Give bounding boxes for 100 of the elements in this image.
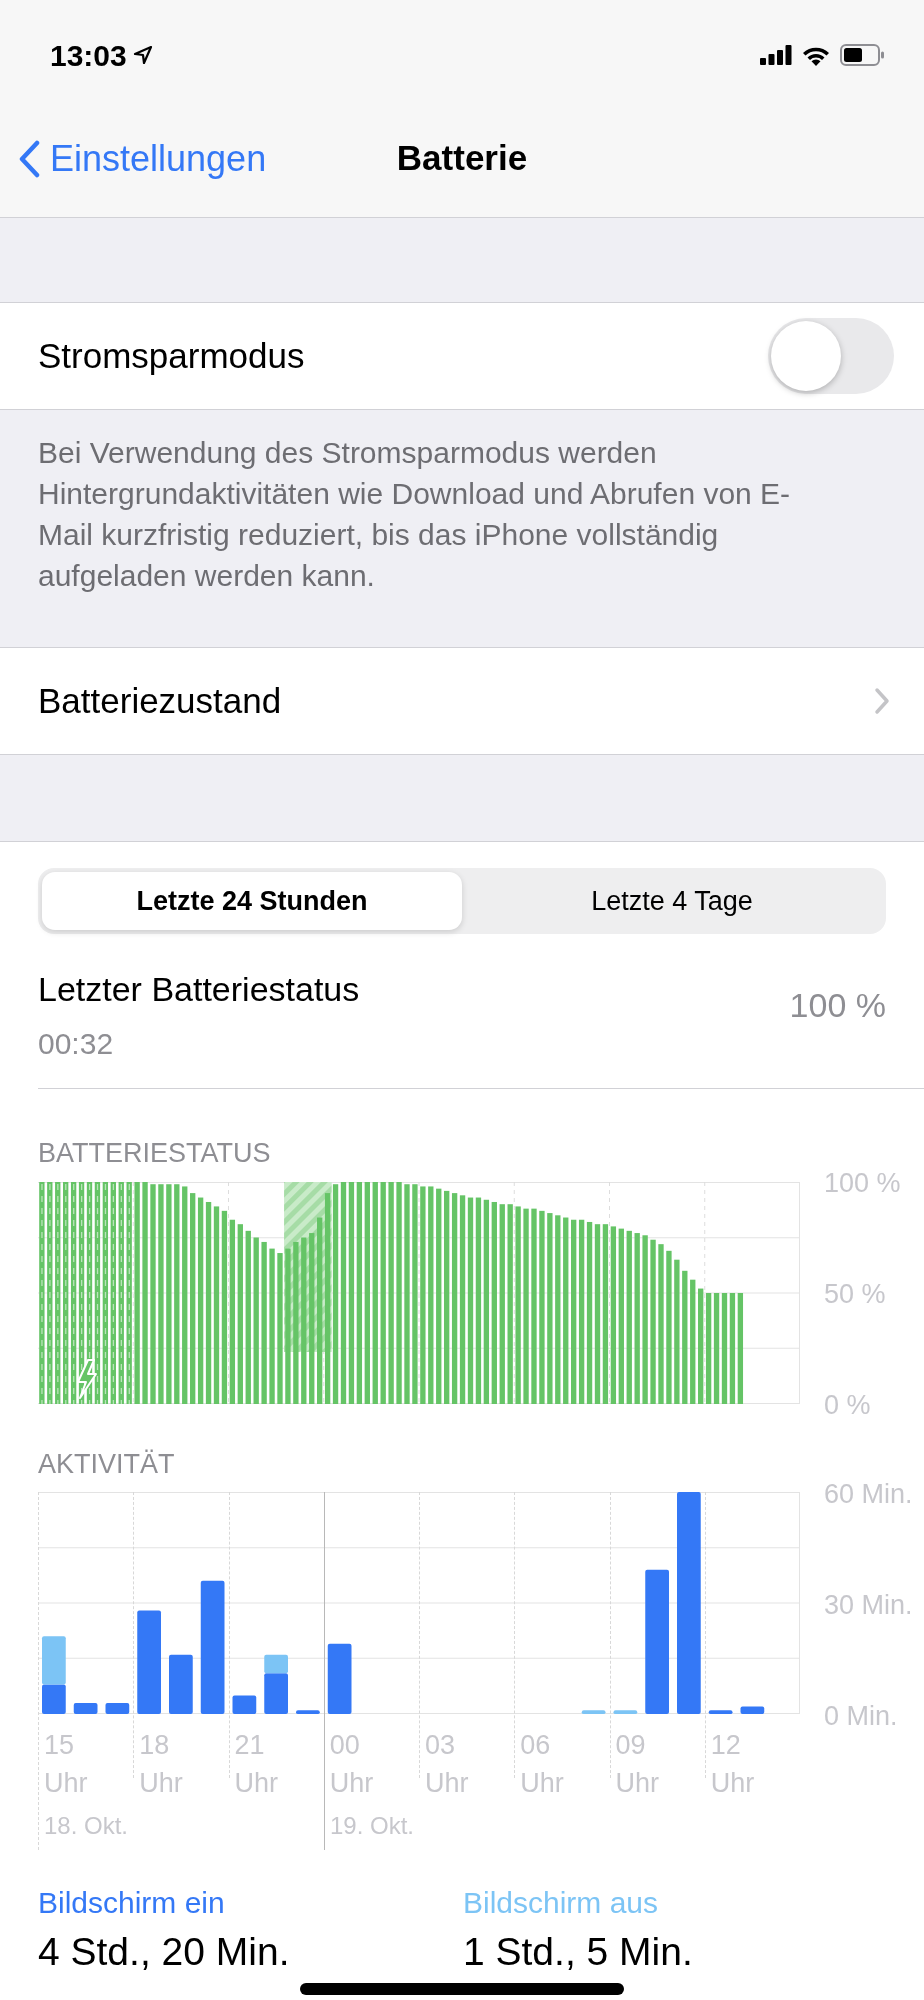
bar [571, 1219, 577, 1404]
segment-tab[interactable]: Letzte 24 Stunden [42, 872, 462, 930]
axis-label: 06 Uhr [520, 1729, 565, 1800]
bar [42, 1684, 66, 1714]
bar [332, 1183, 339, 1404]
axis-label: 03 Uhr [425, 1729, 470, 1800]
status-label: Letzter Batteriestatus [38, 969, 360, 1010]
bar [205, 1201, 212, 1404]
axis-label: 09 Uhr [615, 1729, 660, 1800]
bar [578, 1219, 585, 1404]
axis-label: 12 Uhr [710, 1729, 756, 1800]
bar [158, 1183, 164, 1404]
bar [150, 1183, 156, 1404]
battery-icon [840, 44, 884, 66]
bar [645, 1569, 669, 1714]
legend-label: Bildschirm aus [463, 1885, 660, 1921]
bar [428, 1185, 434, 1404]
bar [698, 1288, 704, 1404]
chart-title: AKTIVITÄT [38, 1447, 176, 1481]
bar [261, 1241, 267, 1404]
location-arrow-icon [132, 45, 153, 65]
bar [105, 1702, 130, 1714]
axis-label: 60 Min. [824, 1480, 913, 1508]
bar [237, 1223, 243, 1404]
bar [293, 1241, 299, 1404]
bar [356, 1181, 363, 1404]
bar [166, 1183, 172, 1404]
bar [658, 1243, 664, 1404]
bar [412, 1183, 418, 1404]
bar [581, 1710, 606, 1714]
bar [610, 1225, 617, 1404]
bar [666, 1250, 672, 1404]
status-time: 13:03 [50, 37, 127, 74]
bar [650, 1239, 656, 1404]
axis-label: 0 Min. [824, 1702, 898, 1730]
bar [404, 1183, 410, 1404]
status-time-value: 00:32 [38, 1026, 115, 1062]
bar [420, 1185, 426, 1404]
bar [613, 1710, 638, 1714]
page-title: Batterie [396, 137, 528, 180]
axis-label: 100 % [824, 1169, 901, 1197]
bar [491, 1201, 497, 1404]
bar [396, 1181, 402, 1404]
bar [142, 1181, 148, 1404]
bar [737, 1292, 744, 1404]
bar [515, 1205, 521, 1404]
axis-label: 15 Uhr [44, 1729, 89, 1800]
legend-label: Bildschirm ein [38, 1885, 226, 1921]
bar [602, 1223, 609, 1404]
bar [618, 1228, 624, 1404]
total-value: 1 Std., 5 Min. [463, 1931, 694, 1973]
battery-health-row[interactable]: Batteriezustand [0, 648, 924, 755]
axis-label: 21 Uhr [234, 1729, 279, 1800]
bar [547, 1212, 553, 1404]
bar [253, 1237, 259, 1404]
bar [459, 1194, 466, 1404]
bar [42, 1636, 66, 1685]
axis-label: 00 Uhr [329, 1729, 375, 1800]
bar [388, 1181, 394, 1404]
home-indicator[interactable] [300, 1983, 624, 1995]
segment-tab[interactable]: Letzte 4 Tage [462, 872, 882, 930]
bar [499, 1203, 505, 1404]
chevron-left-icon [18, 139, 40, 178]
bar [483, 1199, 490, 1404]
bar [340, 1181, 347, 1404]
axis-label: 18 Uhr [139, 1729, 184, 1800]
bar [277, 1252, 283, 1404]
bar [705, 1292, 712, 1404]
bar [197, 1197, 204, 1404]
bar [642, 1234, 648, 1404]
row-label: Stromsparmodus [38, 334, 305, 377]
bar [327, 1643, 352, 1714]
toggle-switch[interactable] [768, 318, 894, 394]
bar [539, 1210, 545, 1404]
bar [436, 1188, 442, 1404]
axis-label: 50 % [824, 1280, 886, 1308]
signal-icon [760, 45, 792, 65]
bar [229, 1219, 236, 1404]
chevron-right-icon [874, 687, 890, 715]
bar [531, 1208, 537, 1404]
bar [364, 1181, 370, 1404]
bar [73, 1702, 98, 1714]
bar [301, 1237, 307, 1404]
total-value: 4 Std., 20 Min. [38, 1931, 291, 1973]
bar [264, 1673, 288, 1714]
bar [221, 1210, 228, 1404]
bar [174, 1183, 180, 1404]
date-label: 19. Okt. [330, 1814, 415, 1838]
bar [232, 1695, 257, 1714]
bar [134, 1181, 140, 1404]
bar [200, 1580, 225, 1714]
chart-title: BATTERIESTATUS [38, 1137, 272, 1170]
bar [213, 1205, 220, 1404]
back-button[interactable]: Einstellungen [0, 131, 267, 186]
date-label: 18. Okt. [44, 1814, 129, 1838]
bar [674, 1259, 680, 1404]
axis-label: 30 Min. [824, 1591, 913, 1619]
bar [721, 1292, 728, 1404]
bar [682, 1270, 688, 1404]
bar [740, 1706, 765, 1714]
